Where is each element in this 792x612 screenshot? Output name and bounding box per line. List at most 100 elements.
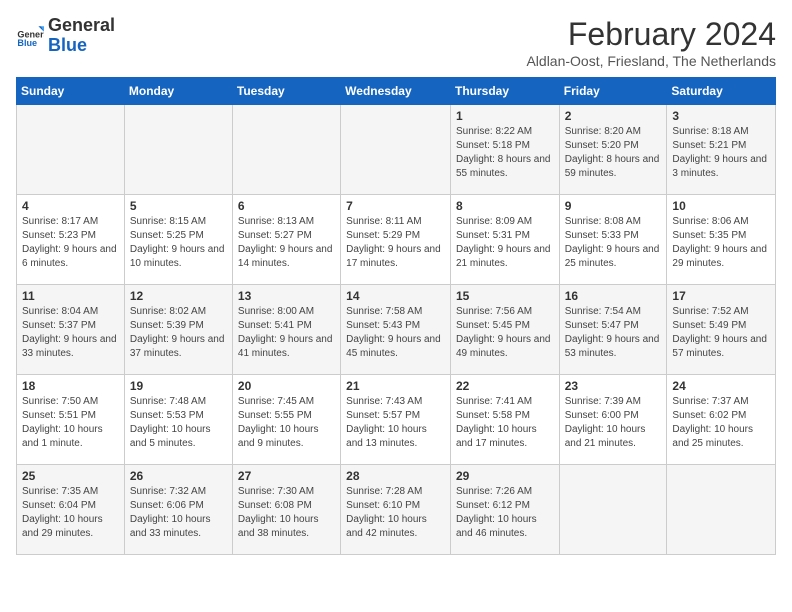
day-number: 3 [672,109,770,123]
day-number: 7 [346,199,445,213]
day-number: 28 [346,469,445,483]
calendar-table: SundayMondayTuesdayWednesdayThursdayFrid… [16,77,776,555]
day-number: 25 [22,469,119,483]
calendar-cell: 9 Sunrise: 8:08 AM Sunset: 5:33 PM Daylig… [559,195,667,285]
calendar-cell: 11Sunrise: 8:04 AM Sunset: 5:37 PM Dayli… [17,285,125,375]
day-number: 2 [565,109,662,123]
day-info: Sunrise: 8:08 AM Sunset: 5:33 PM Dayligh… [565,215,662,271]
calendar-cell [559,465,667,555]
weekday-header-saturday: Saturday [667,78,776,105]
day-number: 9 [565,199,662,213]
calendar-cell: 25 Sunrise: 7:35 AM Sunset: 6:04 PM Dayli… [17,465,125,555]
day-number: 19 [130,379,227,393]
day-number: 18 [22,379,119,393]
day-info: Sunrise: 7:32 AM Sunset: 6:06 PM Dayligh… [130,485,227,541]
calendar-cell: 1 Sunrise: 8:22 AM Sunset: 5:18 PM Daylig… [450,105,559,195]
weekday-header-wednesday: Wednesday [341,78,451,105]
calendar-cell: 10 Sunrise: 8:06 AM Sunset: 5:35 PM Dayli… [667,195,776,285]
location: Aldlan-Oost, Friesland, The Netherlands [526,53,776,69]
calendar-cell: 5 Sunrise: 8:15 AM Sunset: 5:25 PM Daylig… [124,195,232,285]
svg-text:Blue: Blue [17,38,37,48]
day-number: 1 [456,109,554,123]
day-info: Sunrise: 7:56 AM Sunset: 5:45 PM Dayligh… [456,305,554,361]
day-info: Sunrise: 8:06 AM Sunset: 5:35 PM Dayligh… [672,215,770,271]
day-number: 23 [565,379,662,393]
day-info: Sunrise: 8:13 AM Sunset: 5:27 PM Dayligh… [238,215,335,271]
logo: General Blue General Blue [16,16,115,56]
calendar-cell: 17 Sunrise: 7:52 AM Sunset: 5:49 PM Dayli… [667,285,776,375]
day-info: Sunrise: 8:09 AM Sunset: 5:31 PM Dayligh… [456,215,554,271]
calendar-cell: 22 Sunrise: 7:41 AM Sunset: 5:58 PM Dayli… [450,375,559,465]
day-number: 17 [672,289,770,303]
calendar-cell: 14Sunrise: 7:58 AM Sunset: 5:43 PM Dayli… [341,285,451,375]
calendar-cell: 16 Sunrise: 7:54 AM Sunset: 5:47 PM Dayli… [559,285,667,375]
calendar-cell: 26 Sunrise: 7:32 AM Sunset: 6:06 PM Dayli… [124,465,232,555]
calendar-cell: 24 Sunrise: 7:37 AM Sunset: 6:02 PM Dayli… [667,375,776,465]
day-info: Sunrise: 8:02 AM Sunset: 5:39 PM Dayligh… [130,305,227,361]
calendar-cell [341,105,451,195]
day-number: 6 [238,199,335,213]
logo-text-blue: Blue [48,36,115,56]
day-number: 22 [456,379,554,393]
day-number: 16 [565,289,662,303]
calendar-cell: 3 Sunrise: 8:18 AM Sunset: 5:21 PM Daylig… [667,105,776,195]
day-info: Sunrise: 7:37 AM Sunset: 6:02 PM Dayligh… [672,395,770,451]
day-number: 10 [672,199,770,213]
logo-text-general: General [48,16,115,36]
day-number: 8 [456,199,554,213]
weekday-header-monday: Monday [124,78,232,105]
calendar-cell [232,105,340,195]
day-info: Sunrise: 7:28 AM Sunset: 6:10 PM Dayligh… [346,485,445,541]
calendar-cell: 6 Sunrise: 8:13 AM Sunset: 5:27 PM Daylig… [232,195,340,285]
calendar-cell: 21 Sunrise: 7:43 AM Sunset: 5:57 PM Dayli… [341,375,451,465]
day-info: Sunrise: 7:41 AM Sunset: 5:58 PM Dayligh… [456,395,554,451]
calendar-cell: 19 Sunrise: 7:48 AM Sunset: 5:53 PM Dayli… [124,375,232,465]
calendar-cell: 29Sunrise: 7:26 AM Sunset: 6:12 PM Dayli… [450,465,559,555]
day-info: Sunrise: 8:17 AM Sunset: 5:23 PM Dayligh… [22,215,119,271]
day-number: 21 [346,379,445,393]
calendar-cell: 4 Sunrise: 8:17 AM Sunset: 5:23 PM Daylig… [17,195,125,285]
day-info: Sunrise: 7:45 AM Sunset: 5:55 PM Dayligh… [238,395,335,451]
day-info: Sunrise: 7:39 AM Sunset: 6:00 PM Dayligh… [565,395,662,451]
day-info: Sunrise: 8:22 AM Sunset: 5:18 PM Dayligh… [456,125,554,181]
day-number: 27 [238,469,335,483]
day-info: Sunrise: 8:04 AM Sunset: 5:37 PM Dayligh… [22,305,119,361]
day-number: 14 [346,289,445,303]
calendar-cell: 2 Sunrise: 8:20 AM Sunset: 5:20 PM Daylig… [559,105,667,195]
day-info: Sunrise: 8:15 AM Sunset: 5:25 PM Dayligh… [130,215,227,271]
day-info: Sunrise: 8:00 AM Sunset: 5:41 PM Dayligh… [238,305,335,361]
day-number: 13 [238,289,335,303]
title-area: February 2024 Aldlan-Oost, Friesland, Th… [526,16,776,69]
weekday-header-sunday: Sunday [17,78,125,105]
day-number: 5 [130,199,227,213]
day-info: Sunrise: 8:11 AM Sunset: 5:29 PM Dayligh… [346,215,445,271]
week-row-4: 18 Sunrise: 7:50 AM Sunset: 5:51 PM Dayli… [17,375,776,465]
calendar-cell: 28 Sunrise: 7:28 AM Sunset: 6:10 PM Dayli… [341,465,451,555]
header-area: General Blue General Blue February 2024 … [16,16,776,69]
day-info: Sunrise: 8:18 AM Sunset: 5:21 PM Dayligh… [672,125,770,181]
calendar-cell [17,105,125,195]
day-number: 4 [22,199,119,213]
day-info: Sunrise: 7:35 AM Sunset: 6:04 PM Dayligh… [22,485,119,541]
calendar-cell: 7 Sunrise: 8:11 AM Sunset: 5:29 PM Daylig… [341,195,451,285]
day-number: 24 [672,379,770,393]
day-number: 29 [456,469,554,483]
day-info: Sunrise: 7:50 AM Sunset: 5:51 PM Dayligh… [22,395,119,451]
day-info: Sunrise: 7:54 AM Sunset: 5:47 PM Dayligh… [565,305,662,361]
logo-icon: General Blue [16,22,44,50]
day-info: Sunrise: 7:52 AM Sunset: 5:49 PM Dayligh… [672,305,770,361]
day-info: Sunrise: 7:30 AM Sunset: 6:08 PM Dayligh… [238,485,335,541]
day-number: 26 [130,469,227,483]
calendar-cell: 20Sunrise: 7:45 AM Sunset: 5:55 PM Dayli… [232,375,340,465]
weekday-header-friday: Friday [559,78,667,105]
day-number: 15 [456,289,554,303]
day-info: Sunrise: 7:48 AM Sunset: 5:53 PM Dayligh… [130,395,227,451]
calendar-cell: 23 Sunrise: 7:39 AM Sunset: 6:00 PM Dayli… [559,375,667,465]
day-info: Sunrise: 8:20 AM Sunset: 5:20 PM Dayligh… [565,125,662,181]
calendar-cell: 8 Sunrise: 8:09 AM Sunset: 5:31 PM Daylig… [450,195,559,285]
calendar-cell [667,465,776,555]
week-row-2: 4 Sunrise: 8:17 AM Sunset: 5:23 PM Daylig… [17,195,776,285]
calendar-cell: 15 Sunrise: 7:56 AM Sunset: 5:45 PM Dayli… [450,285,559,375]
calendar-cell [124,105,232,195]
day-info: Sunrise: 7:43 AM Sunset: 5:57 PM Dayligh… [346,395,445,451]
